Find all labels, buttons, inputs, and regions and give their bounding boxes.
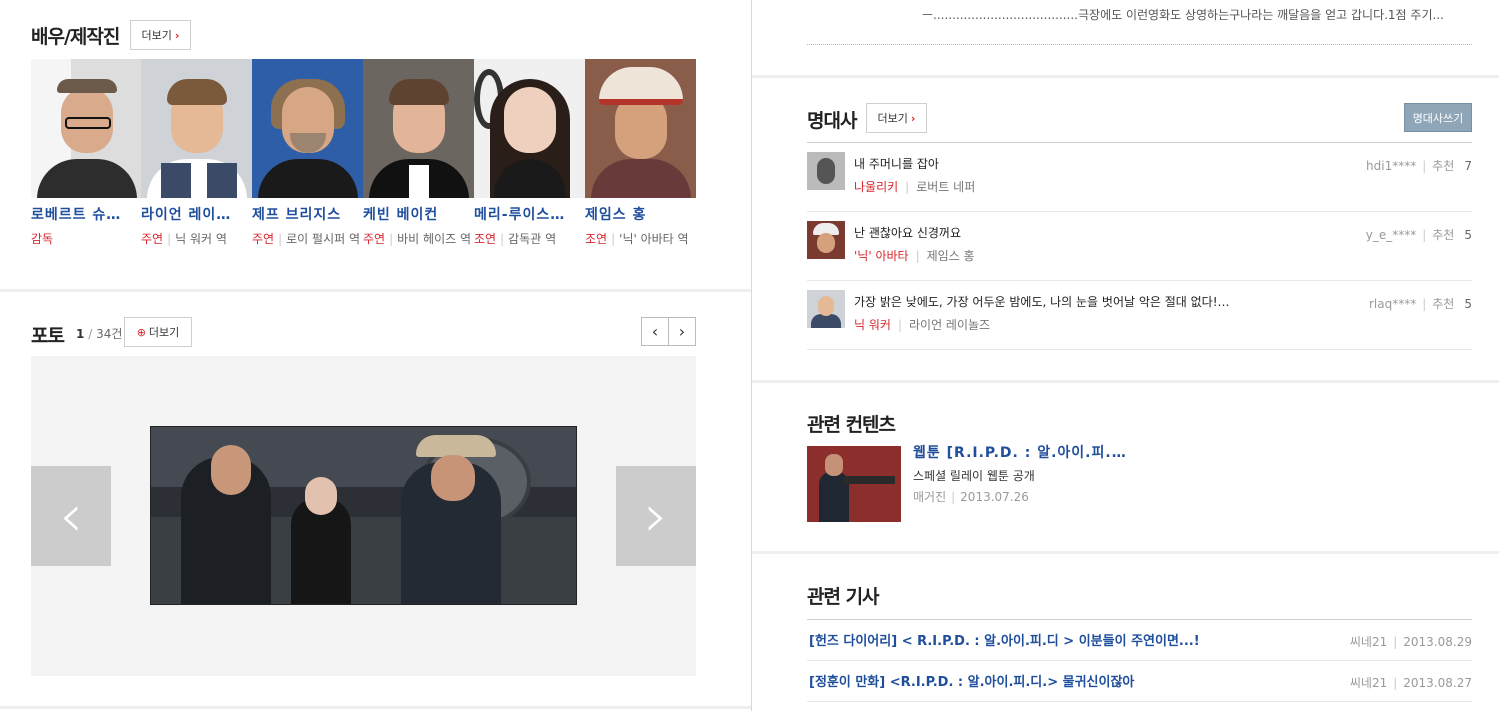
related-contents-title: 관련 컨텐츠	[807, 414, 896, 436]
cast-role: 조연 | 감독관 역	[474, 232, 557, 246]
related-content-title[interactable]: 웹툰 [R.I.P.D. : 알.아이.피.…	[913, 442, 1127, 462]
cast-photo[interactable]	[141, 59, 252, 198]
article-meta: 씨네21 | 2013.08.27	[1349, 676, 1472, 690]
related-content-meta: 매거진 | 2013.07.26	[913, 490, 1029, 504]
chevron-left-icon: ‹	[59, 481, 83, 551]
photo-more-label: 더보기	[148, 326, 180, 339]
photo-viewer-prev[interactable]: ‹	[31, 466, 111, 566]
cast-photo[interactable]	[585, 59, 696, 198]
cast-name[interactable]: 로베르트 슈…	[31, 204, 142, 224]
cast-photo[interactable]	[31, 59, 142, 198]
quotes-more-button[interactable]: 더보기 ›	[866, 103, 927, 133]
quote-text[interactable]: 내 주머니를 잡아	[854, 155, 939, 172]
cast-name[interactable]: 라이언 레이…	[141, 204, 252, 224]
quote-character: 닉 워커 | 라이언 레이놀즈	[854, 318, 991, 332]
right-column: ㅡ......................................극…	[752, 0, 1499, 711]
cast-role: 조연 | '닉' 아바타 역	[585, 232, 689, 246]
chevron-right-icon: ›	[910, 111, 916, 125]
character-thumbnail[interactable]	[807, 152, 845, 190]
movie-still-photo[interactable]	[150, 426, 577, 605]
cast-photo[interactable]	[474, 59, 585, 198]
cast-card[interactable]: 로베르트 슈… 감독	[31, 59, 142, 249]
article-title[interactable]: [헌즈 다이어리] < R.I.P.D. : 알.아이.피.디 > 이분들이 주…	[809, 630, 1200, 649]
character-thumbnail[interactable]	[807, 221, 845, 259]
article-row: [정훈이 만화] <R.I.P.D. : 알.아이.피.디.> 물귀신이잖아 씨…	[807, 661, 1472, 702]
quotes-title: 명대사	[807, 110, 857, 132]
cast-more-label: 더보기	[141, 29, 172, 42]
related-content-desc: 스페셜 릴레이 웹툰 공개	[913, 469, 1035, 483]
cast-role: 주연 | 닉 워커 역	[141, 232, 227, 246]
photo-viewer: ‹ ›	[31, 356, 696, 676]
chevron-right-icon: ›	[644, 481, 668, 551]
article-meta: 씨네21 | 2013.08.29	[1349, 635, 1472, 649]
section-divider	[0, 289, 751, 292]
cast-card[interactable]: 제임스 홍 조연 | '닉' 아바타 역	[585, 59, 696, 249]
quote-text[interactable]: 가장 밝은 낮에도, 가장 어두운 밤에도, 나의 눈을 벗어날 악은 절대 없…	[854, 293, 1230, 310]
quote-text[interactable]: 난 괜찮아요 신경꺼요	[854, 224, 961, 241]
review-snippet[interactable]: ㅡ......................................극…	[922, 6, 1444, 23]
related-content-thumbnail[interactable]	[807, 446, 901, 522]
section-divider	[752, 380, 1499, 383]
cast-role: 주연 | 바비 헤이즈 역	[363, 232, 472, 246]
quote-meta: hdi1**** | 추천 7	[1366, 159, 1472, 173]
quotes-more-label: 더보기	[877, 112, 908, 125]
cast-photo[interactable]	[363, 59, 474, 198]
quote-row: 내 주머니를 잡아 나울리키 | 로버트 네퍼 hdi1**** | 추천 7	[807, 143, 1472, 212]
photo-prev-button[interactable]: ‹	[641, 317, 669, 346]
dotted-divider	[807, 44, 1472, 45]
write-quote-button[interactable]: 명대사쓰기	[1404, 103, 1472, 132]
cast-role: 주연 | 로이 펄시퍼 역	[252, 232, 361, 246]
quote-meta: y_e_**** | 추천 5	[1365, 228, 1472, 242]
related-articles-title: 관련 기사	[807, 586, 880, 608]
section-divider	[0, 706, 751, 709]
cast-title: 배우/제작진	[31, 26, 120, 48]
cast-role: 감독	[31, 232, 54, 246]
photo-title: 포토	[31, 325, 65, 347]
character-thumbnail[interactable]	[807, 290, 845, 328]
quote-row: 가장 밝은 낮에도, 가장 어두운 밤에도, 나의 눈을 벗어날 악은 절대 없…	[807, 281, 1472, 350]
section-divider	[752, 75, 1499, 78]
section-divider	[752, 551, 1499, 554]
cast-name[interactable]: 제프 브리지스	[252, 204, 363, 224]
quote-character: 나울리키 | 로버트 네퍼	[854, 180, 976, 194]
cast-more-button[interactable]: 더보기 ›	[130, 20, 191, 50]
cast-card[interactable]: 케빈 베이컨 주연 | 바비 헤이즈 역	[363, 59, 474, 249]
cast-photo[interactable]	[252, 59, 363, 198]
chevron-left-icon: ‹	[651, 322, 659, 341]
chevron-right-icon: ›	[678, 322, 686, 341]
cast-name[interactable]: 제임스 홍	[585, 204, 696, 224]
quote-character: '닉' 아바타 | 제임스 홍	[854, 249, 975, 263]
cast-card[interactable]: 라이언 레이… 주연 | 닉 워커 역	[141, 59, 252, 249]
left-column: 배우/제작진 더보기 › 로베르트 슈… 감독 라이언 레이… 주연 | 닉 워커 역	[0, 0, 751, 711]
cast-name[interactable]: 메리-루이스…	[474, 204, 585, 224]
quote-meta: rlaq**** | 추천 5	[1368, 297, 1472, 311]
photo-counter: 1 / 34건	[76, 327, 123, 341]
chevron-right-icon: ›	[174, 28, 180, 42]
cast-card[interactable]: 제프 브리지스 주연 | 로이 펄시퍼 역	[252, 59, 363, 249]
photo-viewer-next[interactable]: ›	[616, 466, 696, 566]
photo-next-button[interactable]: ›	[668, 317, 696, 346]
quote-row: 난 괜찮아요 신경꺼요 '닉' 아바타 | 제임스 홍 y_e_**** | 추천 5	[807, 212, 1472, 281]
article-title[interactable]: [정훈이 만화] <R.I.P.D. : 알.아이.피.디.> 물귀신이잖아	[809, 671, 1134, 690]
article-row: [헌즈 다이어리] < R.I.P.D. : 알.아이.피.디 > 이분들이 주…	[807, 620, 1472, 661]
search-plus-icon: ⊕	[136, 325, 146, 339]
cast-name[interactable]: 케빈 베이컨	[363, 204, 474, 224]
photo-more-button[interactable]: ⊕ 더보기	[124, 317, 192, 347]
cast-card[interactable]: 메리-루이스… 조연 | 감독관 역	[474, 59, 585, 249]
